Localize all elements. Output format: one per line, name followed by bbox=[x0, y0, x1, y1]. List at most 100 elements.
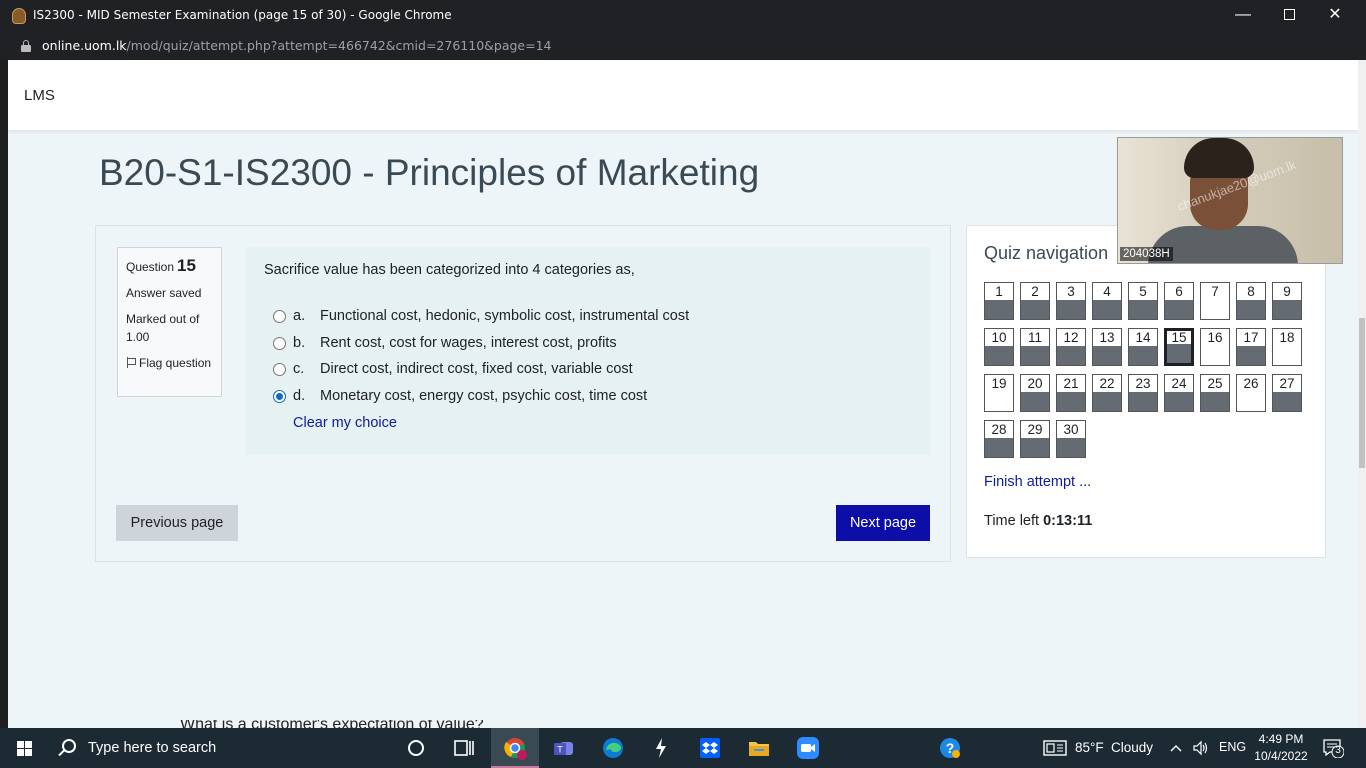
time-left-label: Time left bbox=[984, 513, 1040, 529]
edge-taskbar-button[interactable] bbox=[589, 728, 637, 768]
question-nav-button[interactable]: 22 bbox=[1092, 374, 1122, 412]
url-path: /mod/quiz/attempt.php?attempt=466742&cmi… bbox=[126, 38, 552, 53]
zoom-taskbar-button[interactable] bbox=[784, 728, 832, 768]
close-button[interactable]: ✕ bbox=[1312, 0, 1358, 32]
answer-text[interactable]: Functional cost, hedonic, symbolic cost,… bbox=[320, 308, 689, 324]
question-nav-button[interactable]: 24 bbox=[1164, 374, 1194, 412]
answered-indicator bbox=[985, 300, 1013, 319]
lock-icon bbox=[21, 40, 31, 52]
question-nav-button[interactable]: 26 bbox=[1236, 374, 1266, 412]
question-nav-button[interactable]: 23 bbox=[1128, 374, 1158, 412]
brand-link[interactable]: LMS bbox=[24, 87, 55, 104]
clear-choice-link[interactable]: Clear my choice bbox=[293, 415, 397, 431]
question-nav-button[interactable]: 12 bbox=[1056, 328, 1086, 366]
teams-icon: T bbox=[554, 742, 573, 755]
minimize-button[interactable]: — bbox=[1220, 0, 1266, 32]
question-nav-number: 24 bbox=[1171, 376, 1187, 391]
speaker-icon[interactable] bbox=[1192, 740, 1210, 756]
answered-indicator bbox=[1165, 300, 1193, 319]
question-nav-button[interactable]: 15 bbox=[1164, 328, 1194, 366]
question-nav-button[interactable]: 14 bbox=[1128, 328, 1158, 366]
answer-text[interactable]: Rent cost, cost for wages, interest cost… bbox=[320, 335, 617, 351]
question-nav-button[interactable]: 2 bbox=[1020, 282, 1050, 320]
question-nav-button[interactable]: 29 bbox=[1020, 420, 1050, 458]
question-nav-button[interactable]: 20 bbox=[1020, 374, 1050, 412]
start-button[interactable] bbox=[0, 728, 48, 768]
answer-letter: d. bbox=[293, 388, 306, 404]
question-nav-button[interactable]: 9 bbox=[1272, 282, 1302, 320]
help-taskbar-button[interactable]: ? bbox=[926, 728, 974, 768]
answer-option-d[interactable]: d. Monetary cost, energy cost, psychic c… bbox=[273, 387, 893, 407]
answered-indicator bbox=[1093, 346, 1121, 365]
answer-radio-b[interactable] bbox=[273, 337, 286, 350]
question-nav-button[interactable]: 25 bbox=[1200, 374, 1230, 412]
task-view-icon bbox=[454, 740, 474, 756]
question-nav-button[interactable]: 5 bbox=[1128, 282, 1158, 320]
chrome-taskbar-button[interactable] bbox=[491, 728, 539, 768]
question-nav-button[interactable]: 7 bbox=[1200, 282, 1230, 320]
scrollbar-thumb[interactable] bbox=[1359, 318, 1365, 468]
question-nav-button[interactable]: 13 bbox=[1092, 328, 1122, 366]
question-nav-button[interactable]: 4 bbox=[1092, 282, 1122, 320]
notification-center-button[interactable]: 3 bbox=[1322, 738, 1345, 759]
answered-indicator bbox=[1129, 392, 1157, 411]
question-nav-number: 7 bbox=[1211, 284, 1219, 299]
taskbar-search-box[interactable]: Type here to search bbox=[48, 728, 393, 768]
question-nav-button[interactable]: 11 bbox=[1020, 328, 1050, 366]
answer-radio-d[interactable] bbox=[273, 390, 286, 403]
search-icon bbox=[62, 739, 76, 753]
question-nav-number: 30 bbox=[1063, 422, 1079, 437]
question-nav-number: 14 bbox=[1135, 330, 1151, 345]
maximize-button[interactable] bbox=[1266, 0, 1312, 32]
url-text[interactable]: online.uom.lk/mod/quiz/attempt.php?attem… bbox=[42, 38, 552, 53]
weather-temperature[interactable]: 85°F bbox=[1075, 740, 1104, 755]
flag-question-link[interactable]: Flag question bbox=[126, 354, 213, 372]
answer-radio-a[interactable] bbox=[273, 310, 286, 323]
answer-option-c[interactable]: c. Direct cost, indirect cost, fixed cos… bbox=[273, 360, 893, 380]
maximize-icon bbox=[1283, 9, 1295, 21]
answer-option-b[interactable]: b. Rent cost, cost for wages, interest c… bbox=[273, 334, 893, 354]
finish-attempt-link[interactable]: Finish attempt ... bbox=[984, 474, 1091, 490]
answer-letter: c. bbox=[293, 361, 305, 377]
dropbox-taskbar-button[interactable] bbox=[686, 728, 734, 768]
question-nav-button[interactable]: 30 bbox=[1056, 420, 1086, 458]
question-nav-button[interactable]: 27 bbox=[1272, 374, 1302, 412]
question-nav-button[interactable]: 28 bbox=[984, 420, 1014, 458]
question-nav-button[interactable]: 1 bbox=[984, 282, 1014, 320]
answered-indicator bbox=[1057, 392, 1085, 411]
scrollbar[interactable] bbox=[1358, 60, 1366, 728]
taskbar-clock[interactable]: 4:49 PM 10/4/2022 bbox=[1246, 731, 1316, 765]
weather-description[interactable]: Cloudy bbox=[1111, 740, 1153, 755]
answer-text[interactable]: Direct cost, indirect cost, fixed cost, … bbox=[320, 361, 633, 377]
weather-icon[interactable] bbox=[1043, 740, 1067, 756]
question-nav-button[interactable]: 8 bbox=[1236, 282, 1266, 320]
answer-option-a[interactable]: a. Functional cost, hedonic, symbolic co… bbox=[273, 307, 893, 327]
previous-page-button[interactable]: Previous page bbox=[116, 505, 238, 541]
question-nav-button[interactable]: 17 bbox=[1236, 328, 1266, 366]
cortana-button[interactable] bbox=[392, 728, 440, 768]
window-title: IS2300 - MID Semester Examination (page … bbox=[33, 8, 452, 22]
question-nav-button[interactable]: 19 bbox=[984, 374, 1014, 412]
question-nav-button[interactable]: 3 bbox=[1056, 282, 1086, 320]
question-nav-number: 3 bbox=[1067, 284, 1075, 299]
question-nav-button[interactable]: 18 bbox=[1272, 328, 1302, 366]
answer-radio-c[interactable] bbox=[273, 363, 286, 376]
next-page-button[interactable]: Next page bbox=[836, 505, 930, 541]
question-nav-button[interactable]: 21 bbox=[1056, 374, 1086, 412]
teams-taskbar-button[interactable]: T bbox=[540, 728, 588, 768]
file-explorer-taskbar-button[interactable] bbox=[735, 728, 783, 768]
answer-text[interactable]: Monetary cost, energy cost, psychic cost… bbox=[320, 388, 647, 404]
address-bar[interactable]: online.uom.lk/mod/quiz/attempt.php?attem… bbox=[0, 32, 1366, 60]
app-taskbar-button[interactable] bbox=[637, 728, 685, 768]
chevron-up-icon[interactable] bbox=[1169, 741, 1183, 755]
question-nav-button[interactable]: 10 bbox=[984, 328, 1014, 366]
question-number: Question 15 bbox=[126, 256, 213, 276]
language-indicator[interactable]: ENG bbox=[1219, 740, 1246, 754]
question-nav-number: 26 bbox=[1243, 376, 1259, 391]
question-nav-button[interactable]: 16 bbox=[1200, 328, 1230, 366]
question-nav-button[interactable]: 6 bbox=[1164, 282, 1194, 320]
task-view-button[interactable] bbox=[440, 728, 488, 768]
answered-indicator bbox=[1165, 392, 1193, 411]
notification-count: 3 bbox=[1335, 745, 1341, 756]
browser-title-bar: IS2300 - MID Semester Examination (page … bbox=[0, 0, 1366, 32]
